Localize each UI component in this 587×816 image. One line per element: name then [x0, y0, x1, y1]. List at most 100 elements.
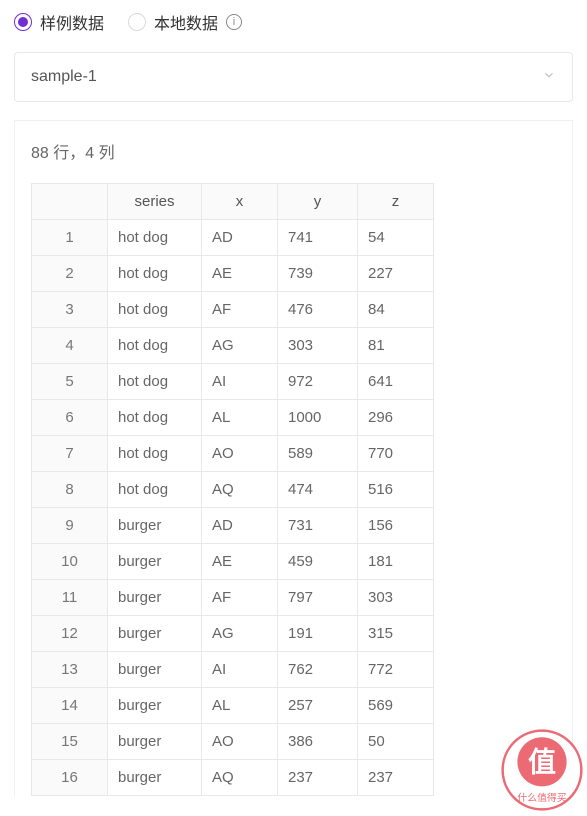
cell-series[interactable]: burger	[108, 688, 202, 724]
cell-index: 7	[32, 436, 108, 472]
table-row[interactable]: 14burgerAL257569	[32, 688, 434, 724]
table-row[interactable]: 6hot dogAL1000296	[32, 400, 434, 436]
cell-series[interactable]: hot dog	[108, 400, 202, 436]
table-row[interactable]: 2hot dogAE739227	[32, 256, 434, 292]
cell-z[interactable]: 516	[358, 472, 434, 508]
radio-local-label: 本地数据	[154, 10, 218, 34]
cell-z[interactable]: 50	[358, 724, 434, 760]
cell-z[interactable]: 54	[358, 220, 434, 256]
cell-y[interactable]: 476	[278, 292, 358, 328]
cell-series[interactable]: burger	[108, 724, 202, 760]
radio-unselected-icon	[128, 13, 146, 31]
header-index	[32, 184, 108, 220]
cell-index: 9	[32, 508, 108, 544]
cell-index: 1	[32, 220, 108, 256]
radio-sample-data[interactable]: 样例数据	[14, 10, 104, 34]
cell-series[interactable]: hot dog	[108, 256, 202, 292]
cell-x[interactable]: AF	[202, 580, 278, 616]
cell-z[interactable]: 181	[358, 544, 434, 580]
table-row[interactable]: 9burgerAD731156	[32, 508, 434, 544]
table-row[interactable]: 7hot dogAO589770	[32, 436, 434, 472]
cell-series[interactable]: hot dog	[108, 364, 202, 400]
cell-y[interactable]: 386	[278, 724, 358, 760]
cell-x[interactable]: AD	[202, 508, 278, 544]
cell-z[interactable]: 296	[358, 400, 434, 436]
table-row[interactable]: 16burgerAQ237237	[32, 760, 434, 796]
cell-x[interactable]: AL	[202, 688, 278, 724]
data-source-radio-group: 样例数据 本地数据 i	[0, 0, 587, 52]
cell-x[interactable]: AO	[202, 724, 278, 760]
cell-y[interactable]: 191	[278, 616, 358, 652]
cell-index: 13	[32, 652, 108, 688]
table-row[interactable]: 13burgerAI762772	[32, 652, 434, 688]
table-header-row: series x y z	[32, 184, 434, 220]
cell-y[interactable]: 731	[278, 508, 358, 544]
cell-series[interactable]: burger	[108, 760, 202, 796]
cell-y[interactable]: 741	[278, 220, 358, 256]
table-row[interactable]: 3hot dogAF47684	[32, 292, 434, 328]
table-row[interactable]: 4hot dogAG30381	[32, 328, 434, 364]
cell-z[interactable]: 303	[358, 580, 434, 616]
cell-z[interactable]: 84	[358, 292, 434, 328]
cell-series[interactable]: burger	[108, 580, 202, 616]
cell-x[interactable]: AD	[202, 220, 278, 256]
cell-z[interactable]: 227	[358, 256, 434, 292]
cell-z[interactable]: 156	[358, 508, 434, 544]
cell-x[interactable]: AE	[202, 256, 278, 292]
cell-series[interactable]: hot dog	[108, 472, 202, 508]
cell-x[interactable]: AG	[202, 616, 278, 652]
cell-y[interactable]: 459	[278, 544, 358, 580]
cell-y[interactable]: 972	[278, 364, 358, 400]
cell-series[interactable]: hot dog	[108, 328, 202, 364]
cell-x[interactable]: AF	[202, 292, 278, 328]
cell-index: 14	[32, 688, 108, 724]
cell-series[interactable]: hot dog	[108, 436, 202, 472]
cell-series[interactable]: hot dog	[108, 292, 202, 328]
cell-x[interactable]: AQ	[202, 472, 278, 508]
sample-select[interactable]: sample-1	[14, 52, 573, 102]
cell-z[interactable]: 641	[358, 364, 434, 400]
header-z[interactable]: z	[358, 184, 434, 220]
cell-z[interactable]: 770	[358, 436, 434, 472]
table-row[interactable]: 10burgerAE459181	[32, 544, 434, 580]
header-x[interactable]: x	[202, 184, 278, 220]
cell-series[interactable]: burger	[108, 544, 202, 580]
cell-x[interactable]: AI	[202, 652, 278, 688]
cell-y[interactable]: 303	[278, 328, 358, 364]
cell-y[interactable]: 1000	[278, 400, 358, 436]
cell-x[interactable]: AO	[202, 436, 278, 472]
cell-z[interactable]: 569	[358, 688, 434, 724]
cell-index: 11	[32, 580, 108, 616]
cell-z[interactable]: 315	[358, 616, 434, 652]
table-row[interactable]: 15burgerAO38650	[32, 724, 434, 760]
cell-series[interactable]: burger	[108, 652, 202, 688]
header-series[interactable]: series	[108, 184, 202, 220]
radio-local-data[interactable]: 本地数据	[128, 10, 218, 34]
cell-x[interactable]: AG	[202, 328, 278, 364]
cell-z[interactable]: 81	[358, 328, 434, 364]
cell-x[interactable]: AI	[202, 364, 278, 400]
table-row[interactable]: 5hot dogAI972641	[32, 364, 434, 400]
cell-series[interactable]: hot dog	[108, 220, 202, 256]
table-row[interactable]: 8hot dogAQ474516	[32, 472, 434, 508]
cell-x[interactable]: AQ	[202, 760, 278, 796]
cell-y[interactable]: 739	[278, 256, 358, 292]
cell-series[interactable]: burger	[108, 616, 202, 652]
data-summary: 88 行，4 列	[15, 121, 572, 183]
cell-y[interactable]: 257	[278, 688, 358, 724]
cell-z[interactable]: 237	[358, 760, 434, 796]
table-row[interactable]: 12burgerAG191315	[32, 616, 434, 652]
table-row[interactable]: 1hot dogAD74154	[32, 220, 434, 256]
header-y[interactable]: y	[278, 184, 358, 220]
cell-y[interactable]: 797	[278, 580, 358, 616]
cell-x[interactable]: AE	[202, 544, 278, 580]
info-icon[interactable]: i	[226, 14, 242, 30]
cell-y[interactable]: 762	[278, 652, 358, 688]
cell-series[interactable]: burger	[108, 508, 202, 544]
cell-x[interactable]: AL	[202, 400, 278, 436]
cell-y[interactable]: 237	[278, 760, 358, 796]
table-row[interactable]: 11burgerAF797303	[32, 580, 434, 616]
cell-y[interactable]: 474	[278, 472, 358, 508]
cell-y[interactable]: 589	[278, 436, 358, 472]
cell-z[interactable]: 772	[358, 652, 434, 688]
